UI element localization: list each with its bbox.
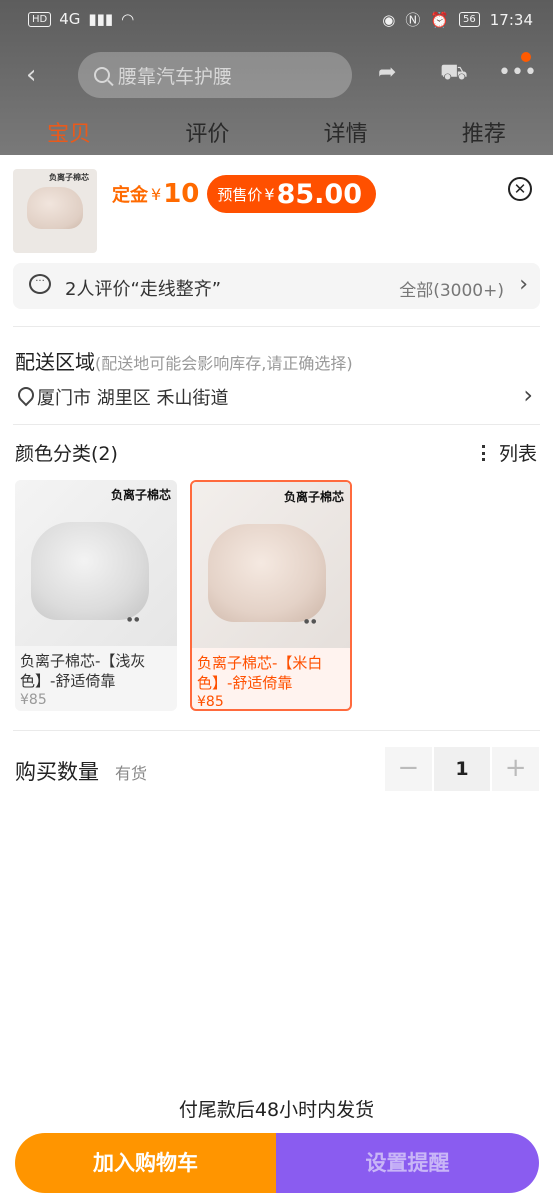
chat-bubble-icon: ··· <box>29 274 51 294</box>
delivery-address[interactable]: 厦门市 湖里区 禾山街道 <box>17 384 228 410</box>
share-icon[interactable]: ➦ <box>378 60 396 85</box>
delivery-section-title: 配送区域(配送地可能会影响库存,请正确选择) <box>15 346 353 375</box>
location-pin-icon <box>17 387 33 407</box>
sku-sheet: 负离子棉芯 定金 ¥ 10 预售价 ¥ 85.00 ✕ ··· 2人评价“走线整… <box>0 155 553 1199</box>
quantity-stepper: − 1 + <box>385 747 539 791</box>
wifi-icon: ◠ <box>121 10 135 28</box>
tab-bar: 宝贝 评价 详情 推荐 <box>0 116 553 156</box>
deposit-label: 定金 <box>112 185 148 206</box>
option-badge: 负离子棉芯 <box>110 488 171 502</box>
chevron-right-icon[interactable]: › <box>523 381 533 409</box>
more-icon[interactable]: ••• <box>498 60 537 85</box>
background-overlay[interactable]: HD 4G ▮▮▮ ◠ ◉ Ⓝ ⏰ 56 17:34 ‹ 腰靠汽车护腰 ➦ ⛟ … <box>0 0 553 160</box>
option-price: ¥85 <box>197 694 224 710</box>
set-reminder-button[interactable]: 设置提醒 <box>276 1133 539 1193</box>
top-bar: ‹ 腰靠汽车护腰 ➦ ⛟ ••• <box>0 48 553 104</box>
delivery-title: 配送区域 <box>15 350 95 374</box>
product-thumbnail[interactable]: 负离子棉芯 <box>13 169 97 253</box>
search-placeholder: 腰靠汽车护腰 <box>118 65 233 88</box>
presale-label: 预售价 <box>217 185 263 204</box>
pillow-image <box>31 522 149 620</box>
decrement-button[interactable]: − <box>385 747 432 791</box>
option-image: 负离子棉芯 ● ● <box>192 482 350 648</box>
option-name: 负离子棉芯-【浅灰色】-舒适倚靠 <box>20 652 146 690</box>
notification-dot <box>521 52 531 62</box>
option-image: 负离子棉芯 ● ● <box>15 480 177 646</box>
review-bar[interactable]: ··· 2人评价“走线整齐” 全部(3000+) › <box>13 263 540 309</box>
chevron-right-icon: › <box>519 272 528 297</box>
status-bar: HD 4G ▮▮▮ ◠ ◉ Ⓝ ⏰ 56 17:34 <box>0 0 553 38</box>
presale-value: 85.00 <box>276 178 362 210</box>
hd-indicator: HD <box>28 11 52 27</box>
divider <box>13 326 540 327</box>
tab-details[interactable]: 详情 <box>324 116 368 156</box>
increment-button[interactable]: + <box>492 747 539 791</box>
option-name: 负离子棉芯-【米白色】-舒适倚靠 <box>197 654 323 692</box>
search-input[interactable]: 腰靠汽车护腰 <box>78 52 352 98</box>
nfc-icon: Ⓝ <box>405 11 421 29</box>
list-toggle-label: 列表 <box>498 443 537 465</box>
search-icon <box>94 67 110 83</box>
delivery-note: (配送地可能会影响库存,请正确选择) <box>95 354 353 373</box>
tab-recommend[interactable]: 推荐 <box>462 116 506 156</box>
pillow-image <box>27 187 83 229</box>
review-all-link[interactable]: 全部(3000+) <box>399 276 504 301</box>
eye-icon: ◉ <box>382 10 396 29</box>
presale-badge: 预售价 ¥ 85.00 <box>207 175 376 213</box>
shipping-note: 付尾款后48小时内发货 <box>178 1099 375 1121</box>
quantity-label: 购买数量 <box>15 760 99 784</box>
price-row: 定金 ¥ 10 预售价 ¥ 85.00 <box>112 175 376 213</box>
feature-chip: ● ● <box>127 616 140 623</box>
clock: 17:34 <box>489 10 533 29</box>
cart-icon[interactable]: ⛟ <box>440 60 468 88</box>
add-to-cart-button[interactable]: 加入购物车 <box>15 1133 276 1193</box>
thumbnail-title: 负离子棉芯 <box>49 173 89 182</box>
page: HD 4G ▮▮▮ ◠ ◉ Ⓝ ⏰ 56 17:34 ‹ 腰靠汽车护腰 ➦ ⛟ … <box>0 0 553 1199</box>
divider <box>13 424 540 425</box>
alarm-icon: ⏰ <box>430 10 450 29</box>
action-buttons: 加入购物车 设置提醒 <box>15 1133 539 1193</box>
battery-icon: 56 <box>459 12 480 27</box>
list-icon <box>481 444 496 461</box>
list-view-toggle[interactable]: 列表 <box>481 439 537 466</box>
quantity-value[interactable]: 1 <box>433 747 491 791</box>
review-summary: 2人评价“走线整齐” <box>65 279 222 300</box>
deposit-currency: ¥ <box>151 184 162 204</box>
option-price: ¥85 <box>20 692 47 708</box>
network-indicator: 4G <box>59 10 81 28</box>
stock-status: 有货 <box>115 764 148 783</box>
address-text: 厦门市 湖里区 禾山街道 <box>37 388 229 409</box>
color-section-title: 颜色分类(2) <box>15 443 118 465</box>
close-icon[interactable]: ✕ <box>508 177 532 201</box>
tab-item[interactable]: 宝贝 <box>47 116 91 156</box>
divider <box>13 730 540 731</box>
back-icon[interactable]: ‹ <box>26 62 36 88</box>
pillow-image <box>208 524 326 622</box>
signal-icon: ▮▮▮ <box>88 10 114 28</box>
color-option-light-gray[interactable]: 负离子棉芯 ● ● 负离子棉芯-【浅灰色】-舒适倚靠 ¥85 <box>15 480 177 711</box>
color-option-beige[interactable]: 负离子棉芯 ● ● 负离子棉芯-【米白色】-舒适倚靠 ¥85 <box>190 480 352 711</box>
tab-reviews[interactable]: 评价 <box>185 116 229 156</box>
feature-chip: ● ● <box>304 618 317 625</box>
presale-currency: ¥ <box>264 184 275 204</box>
deposit-value: 10 <box>163 179 200 209</box>
option-badge: 负离子棉芯 <box>283 490 344 504</box>
